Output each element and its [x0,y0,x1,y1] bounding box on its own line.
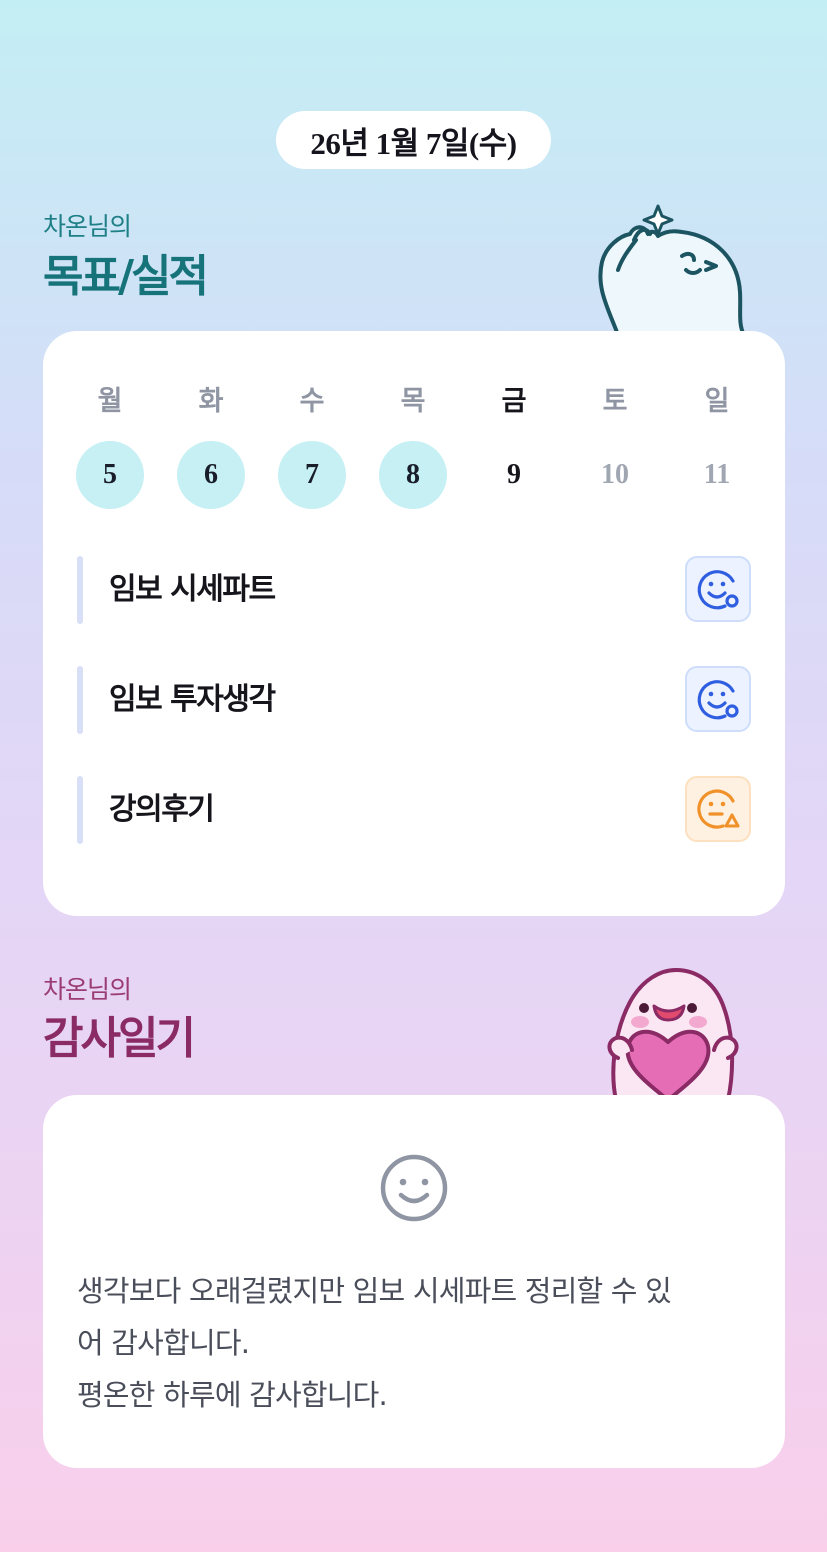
neutral-warning-icon [697,789,740,829]
weekday-label-today: 금 [501,386,527,417]
calendar-date[interactable]: 8 [379,441,447,509]
goal-status-button[interactable] [685,556,751,622]
weekday-label: 화 [198,386,224,417]
goal-status-button[interactable] [685,776,751,842]
goal-status-button[interactable] [685,666,751,732]
goal-item-bar [77,776,83,844]
goals-card: 월 화 수 목 금 토 일 5 6 7 8 9 10 11 임보 시세파트 임보 [43,331,785,916]
goals-title: 목표/실적 [43,251,209,302]
heart-mascot-illustration [607,968,739,1100]
goal-item-label: 임보 시세파트 [109,572,276,607]
weekday-label: 수 [299,386,325,417]
weekday-label: 토 [602,386,628,417]
goal-item[interactable]: 강의후기 [77,776,751,844]
goal-item[interactable]: 임보 시세파트 [77,556,751,624]
diary-line: 평온한 하루에 감사합니다. [77,1378,388,1412]
weekday-label: 일 [704,386,730,417]
calendar-date[interactable]: 6 [177,441,245,509]
goal-item-label: 임보 투자생각 [109,682,276,717]
thanks-card: 생각보다 오래걸렸지만 임보 시세파트 정리할 수 있 어 감사합니다. 평온한… [43,1095,785,1468]
thanks-title: 감사일기 [43,1013,196,1064]
weekday-label: 월 [97,386,123,417]
calendar-date[interactable]: 11 [683,441,751,509]
goal-item-bar [77,666,83,734]
date-row: 5 6 7 8 9 10 11 [76,441,733,509]
goal-item-label: 강의후기 [109,792,215,827]
calendar-date[interactable]: 5 [76,441,144,509]
thanks-subtitle: 차온님의 [43,975,132,1004]
goals-subtitle: 차온님의 [43,212,132,241]
date-header[interactable]: 26년 1월 7일(수) [276,111,551,169]
diary-line: 생각보다 오래걸렸지만 임보 시세파트 정리할 수 있 [77,1274,672,1308]
diary-text: 생각보다 오래걸렸지만 임보 시세파트 정리할 수 있 어 감사합니다. 평온한… [77,1265,757,1421]
calendar-date[interactable]: 10 [581,441,649,509]
smile-icon [697,570,739,610]
calendar-date-today[interactable]: 9 [480,441,548,509]
smile-icon [380,1154,448,1222]
calendar-date[interactable]: 7 [278,441,346,509]
waving-mascot-illustration [598,204,746,335]
goal-item-bar [77,556,83,624]
weekday-label: 목 [400,386,426,417]
smile-icon [697,680,739,720]
goal-item[interactable]: 임보 투자생각 [77,666,751,734]
diary-line: 어 감사합니다. [77,1326,250,1360]
weekday-row: 월 화 수 목 금 토 일 [98,379,733,419]
